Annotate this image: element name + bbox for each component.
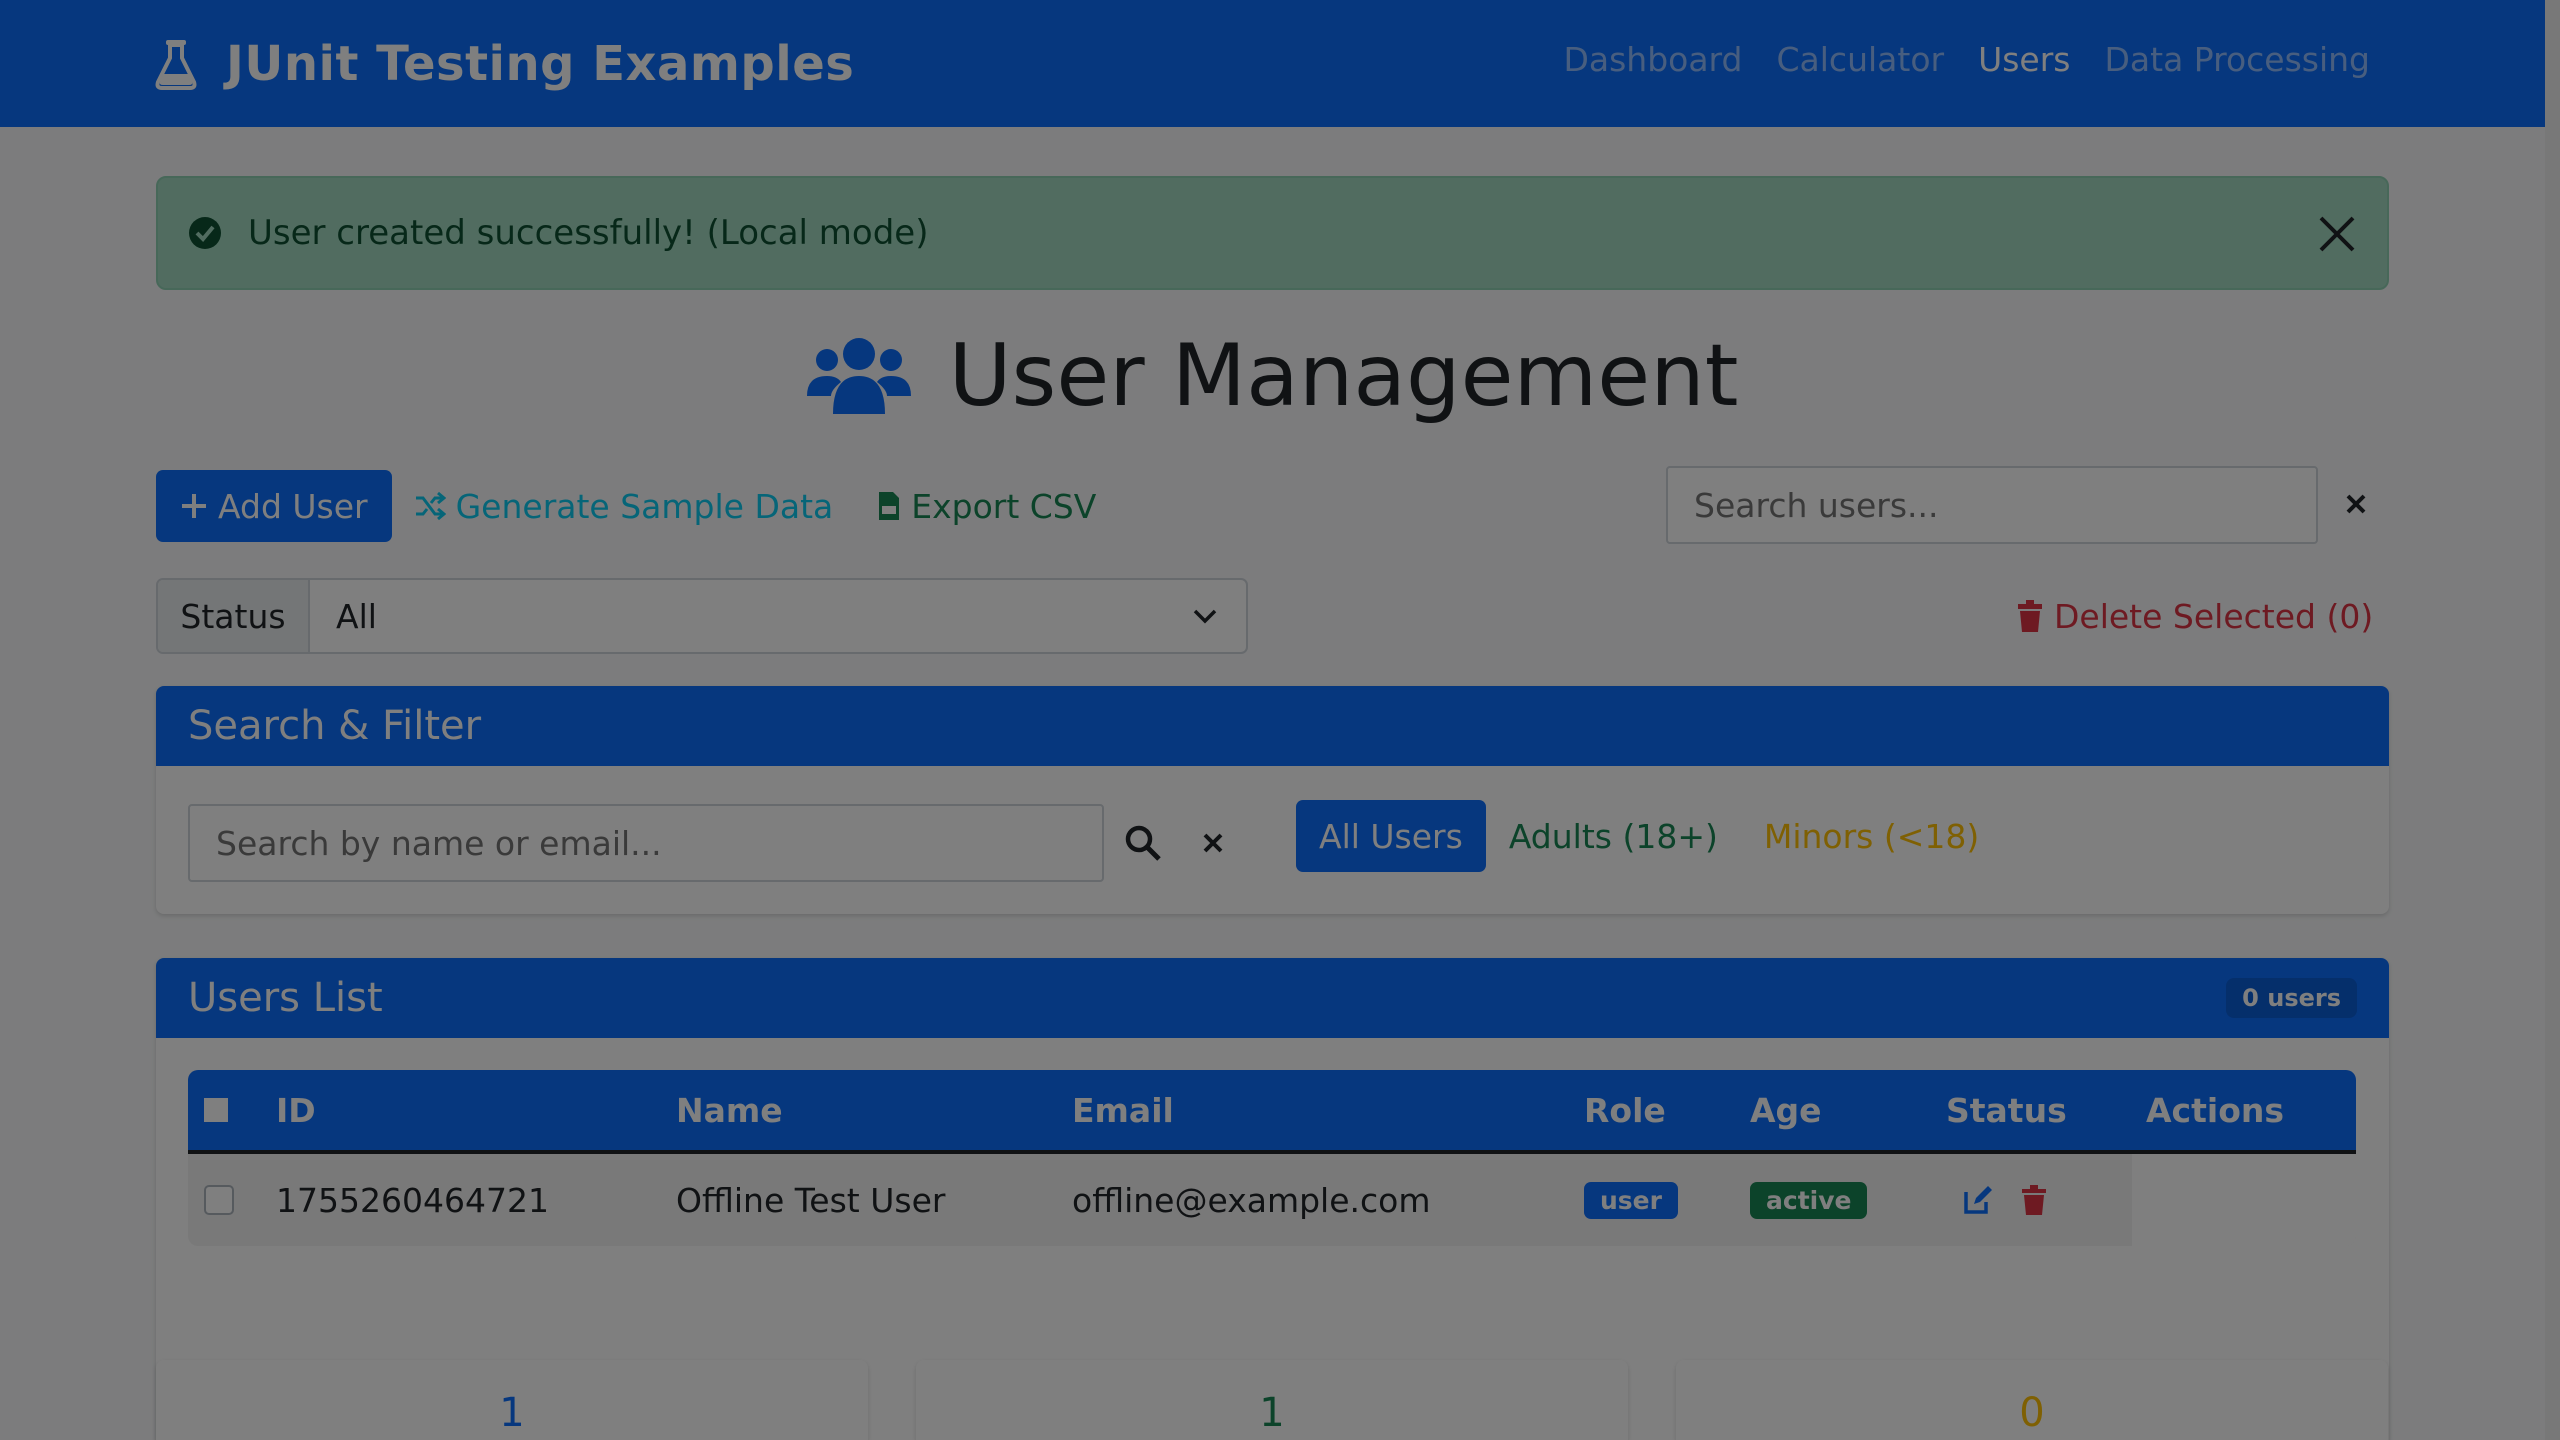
modal-backdrop[interactable] (0, 0, 2560, 1440)
